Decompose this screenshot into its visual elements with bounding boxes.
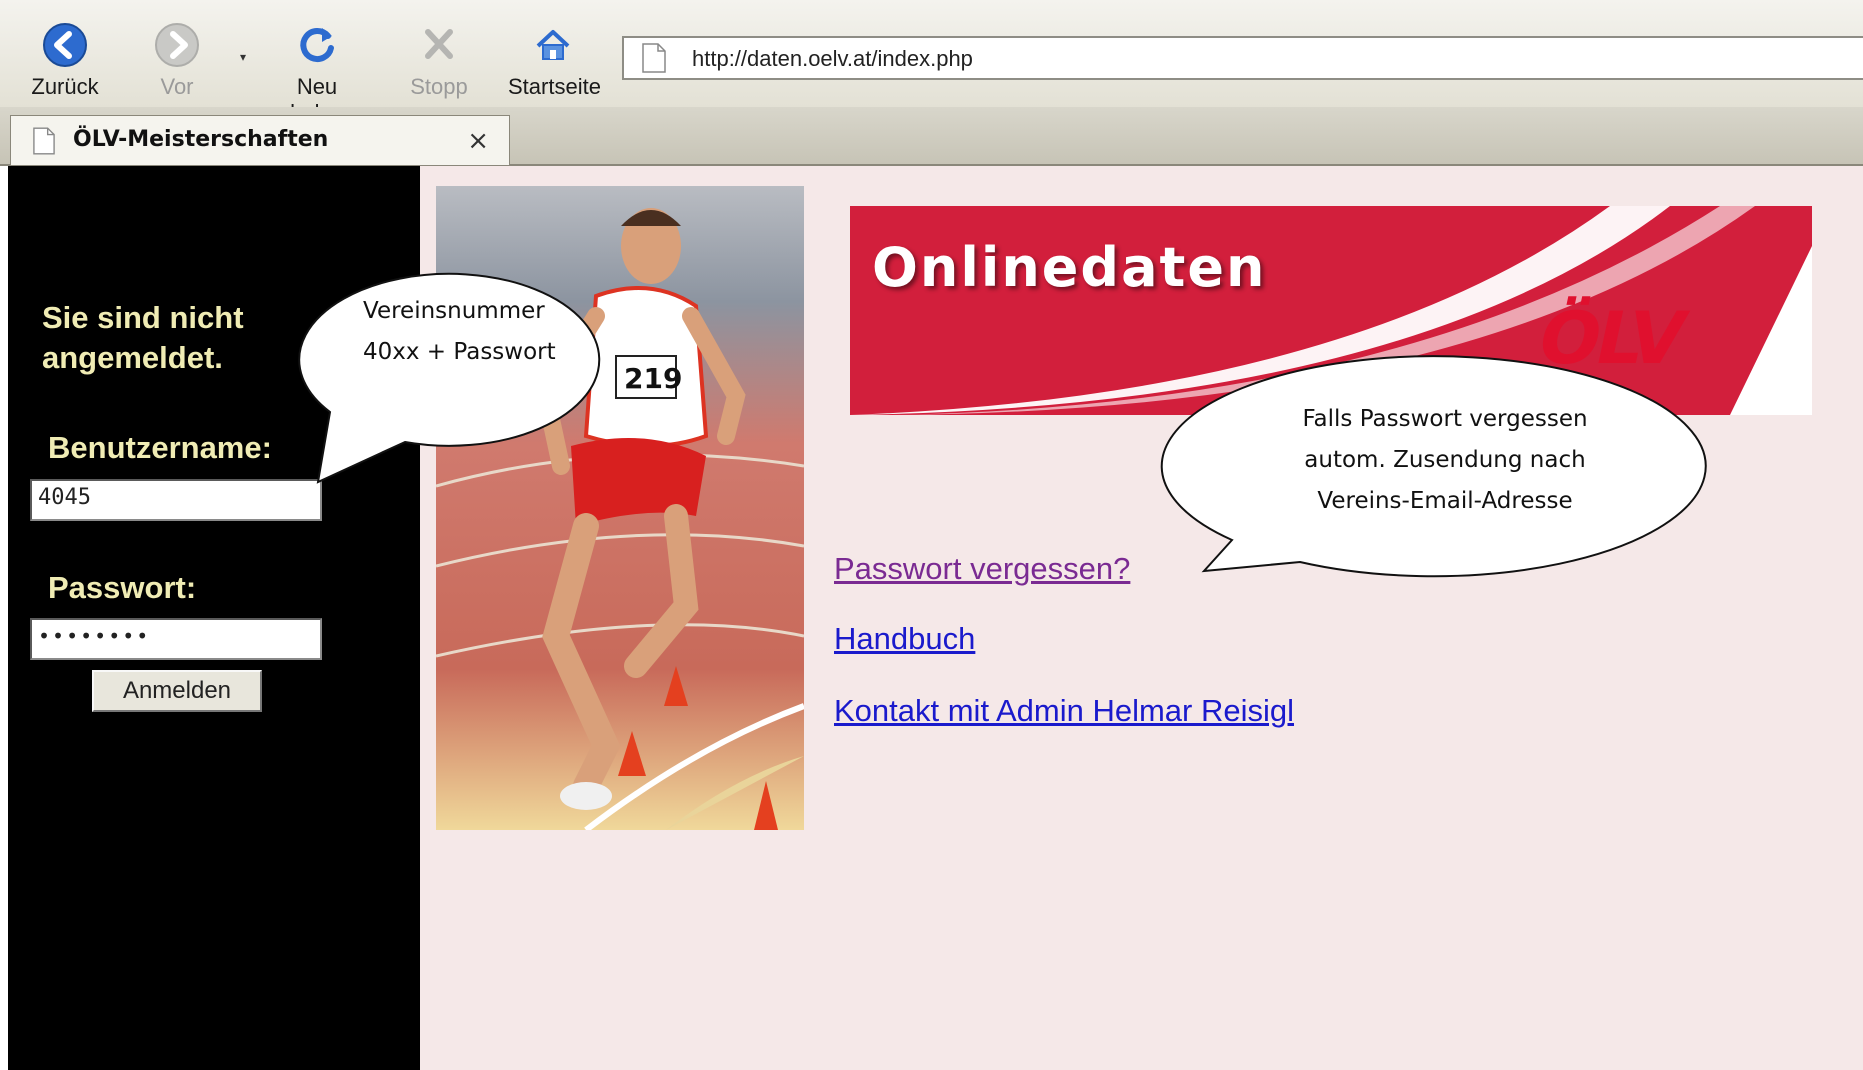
password-hint-line3: Vereins-Email-Adresse	[1317, 488, 1573, 514]
callout-bubbles	[298, 272, 1707, 578]
login-hint-line1: Vereinsnummer	[363, 298, 545, 324]
password-hint-line1: Falls Passwort vergessen	[1302, 406, 1588, 432]
login-hint-text: Vereinsnummer 40xx + Passwort	[363, 291, 556, 373]
login-hint-line2: 40xx + Passwort	[363, 339, 556, 365]
password-hint-text: Falls Passwort vergessen autom. Zusendun…	[1230, 399, 1660, 522]
password-hint-line2: autom. Zusendung nach	[1304, 447, 1586, 473]
